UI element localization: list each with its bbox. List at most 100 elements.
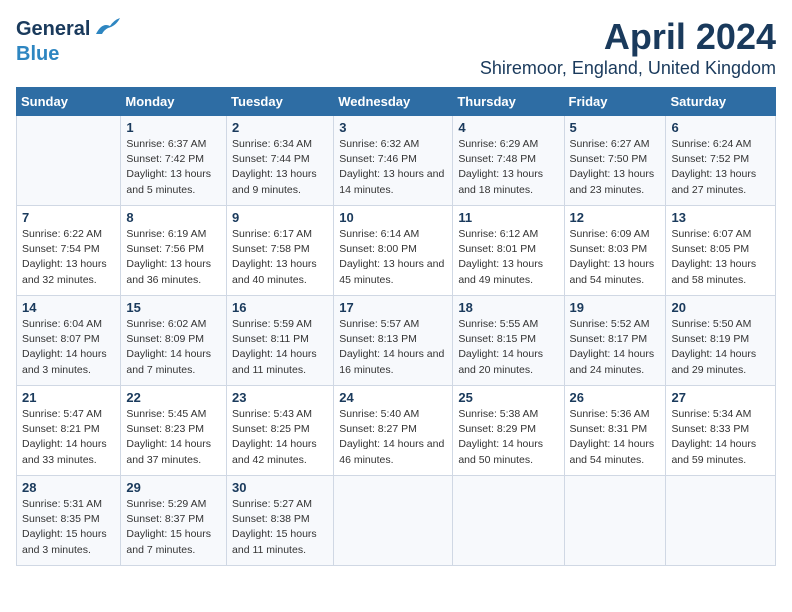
calendar-table: SundayMondayTuesdayWednesdayThursdayFrid… (16, 87, 776, 566)
day-info: Sunrise: 6:07 AMSunset: 8:05 PMDaylight:… (671, 227, 770, 288)
calendar-cell: 26Sunrise: 5:36 AMSunset: 8:31 PMDayligh… (564, 386, 666, 476)
weekday-header-monday: Monday (121, 88, 227, 116)
day-number: 28 (22, 480, 115, 495)
day-number: 5 (570, 120, 661, 135)
calendar-cell: 8Sunrise: 6:19 AMSunset: 7:56 PMDaylight… (121, 206, 227, 296)
calendar-cell: 25 Sunrise: 5:38 AMSunset: 8:29 PMDayligh… (453, 386, 564, 476)
weekday-header-saturday: Saturday (666, 88, 776, 116)
calendar-cell (666, 476, 776, 566)
calendar-cell: 6 Sunrise: 6:24 AMSunset: 7:52 PMDaylight… (666, 116, 776, 206)
calendar-cell: 15 Sunrise: 6:02 AMSunset: 8:09 PMDayligh… (121, 296, 227, 386)
calendar-cell: 20 Sunrise: 5:50 AMSunset: 8:19 PMDayligh… (666, 296, 776, 386)
day-number: 30 (232, 480, 328, 495)
day-number: 1 (126, 120, 221, 135)
calendar-week-row: 28 Sunrise: 5:31 AMSunset: 8:35 PMDayligh… (17, 476, 776, 566)
day-info: Sunrise: 5:36 AMSunset: 8:31 PMDaylight:… (570, 407, 661, 468)
main-title: April 2024 (480, 16, 776, 58)
day-number: 2 (232, 120, 328, 135)
day-info: Sunrise: 5:50 AMSunset: 8:19 PMDaylight:… (671, 317, 770, 378)
calendar-cell: 14 Sunrise: 6:04 AMSunset: 8:07 PMDayligh… (17, 296, 121, 386)
day-number: 29 (126, 480, 221, 495)
day-number: 19 (570, 300, 661, 315)
day-number: 24 (339, 390, 447, 405)
day-number: 22 (126, 390, 221, 405)
day-info: Sunrise: 5:45 AMSunset: 8:23 PMDaylight:… (126, 407, 221, 468)
calendar-cell: 2 Sunrise: 6:34 AMSunset: 7:44 PMDaylight… (227, 116, 334, 206)
calendar-week-row: 14 Sunrise: 6:04 AMSunset: 8:07 PMDayligh… (17, 296, 776, 386)
day-info: Sunrise: 6:12 AMSunset: 8:01 PMDaylight:… (458, 227, 558, 288)
calendar-cell (453, 476, 564, 566)
day-info: Sunrise: 6:02 AMSunset: 8:09 PMDaylight:… (126, 317, 221, 378)
calendar-cell: 21 Sunrise: 5:47 AMSunset: 8:21 PMDayligh… (17, 386, 121, 476)
day-info: Sunrise: 5:43 AMSunset: 8:25 PMDaylight:… (232, 407, 328, 468)
calendar-cell: 29 Sunrise: 5:29 AMSunset: 8:37 PMDayligh… (121, 476, 227, 566)
calendar-cell: 3 Sunrise: 6:32 AMSunset: 7:46 PMDaylight… (334, 116, 453, 206)
day-info: Sunrise: 5:27 AMSunset: 8:38 PMDaylight:… (232, 497, 328, 558)
day-info: Sunrise: 5:47 AMSunset: 8:21 PMDaylight:… (22, 407, 115, 468)
calendar-cell: 16Sunrise: 5:59 AMSunset: 8:11 PMDayligh… (227, 296, 334, 386)
day-number: 14 (22, 300, 115, 315)
day-number: 16 (232, 300, 328, 315)
weekday-header-row: SundayMondayTuesdayWednesdayThursdayFrid… (17, 88, 776, 116)
calendar-week-row: 1Sunrise: 6:37 AMSunset: 7:42 PMDaylight… (17, 116, 776, 206)
calendar-cell: 5Sunrise: 6:27 AMSunset: 7:50 PMDaylight… (564, 116, 666, 206)
calendar-cell: 11 Sunrise: 6:12 AMSunset: 8:01 PMDayligh… (453, 206, 564, 296)
calendar-week-row: 7 Sunrise: 6:22 AMSunset: 7:54 PMDaylight… (17, 206, 776, 296)
day-number: 7 (22, 210, 115, 225)
day-number: 17 (339, 300, 447, 315)
calendar-cell: 9Sunrise: 6:17 AMSunset: 7:58 PMDaylight… (227, 206, 334, 296)
weekday-header-sunday: Sunday (17, 88, 121, 116)
calendar-cell: 1Sunrise: 6:37 AMSunset: 7:42 PMDaylight… (121, 116, 227, 206)
logo-bird-icon (94, 16, 122, 43)
calendar-cell: 24 Sunrise: 5:40 AMSunset: 8:27 PMDayligh… (334, 386, 453, 476)
day-info: Sunrise: 6:19 AMSunset: 7:56 PMDaylight:… (126, 227, 221, 288)
day-info: Sunrise: 6:24 AMSunset: 7:52 PMDaylight:… (671, 137, 770, 198)
day-number: 4 (458, 120, 558, 135)
calendar-cell: 23 Sunrise: 5:43 AMSunset: 8:25 PMDayligh… (227, 386, 334, 476)
day-number: 23 (232, 390, 328, 405)
weekday-header-wednesday: Wednesday (334, 88, 453, 116)
day-number: 10 (339, 210, 447, 225)
day-info: Sunrise: 5:29 AMSunset: 8:37 PMDaylight:… (126, 497, 221, 558)
title-block: April 2024 Shiremoor, England, United Ki… (480, 16, 776, 79)
weekday-header-tuesday: Tuesday (227, 88, 334, 116)
day-number: 11 (458, 210, 558, 225)
day-number: 9 (232, 210, 328, 225)
day-info: Sunrise: 6:09 AMSunset: 8:03 PMDaylight:… (570, 227, 661, 288)
day-info: Sunrise: 5:55 AMSunset: 8:15 PMDaylight:… (458, 317, 558, 378)
day-number: 20 (671, 300, 770, 315)
calendar-cell: 22 Sunrise: 5:45 AMSunset: 8:23 PMDayligh… (121, 386, 227, 476)
weekday-header-thursday: Thursday (453, 88, 564, 116)
day-info: Sunrise: 6:29 AMSunset: 7:48 PMDaylight:… (458, 137, 558, 198)
day-info: Sunrise: 5:34 AMSunset: 8:33 PMDaylight:… (671, 407, 770, 468)
day-number: 21 (22, 390, 115, 405)
day-info: Sunrise: 6:04 AMSunset: 8:07 PMDaylight:… (22, 317, 115, 378)
day-number: 12 (570, 210, 661, 225)
day-info: Sunrise: 5:57 AMSunset: 8:13 PMDaylight:… (339, 317, 447, 378)
day-info: Sunrise: 5:31 AMSunset: 8:35 PMDaylight:… (22, 497, 115, 558)
weekday-header-friday: Friday (564, 88, 666, 116)
calendar-cell: 28 Sunrise: 5:31 AMSunset: 8:35 PMDayligh… (17, 476, 121, 566)
calendar-cell (334, 476, 453, 566)
logo-blue: Blue (16, 43, 59, 66)
day-number: 25 (458, 390, 558, 405)
day-info: Sunrise: 6:34 AMSunset: 7:44 PMDaylight:… (232, 137, 328, 198)
logo-general: General (16, 18, 90, 41)
day-number: 27 (671, 390, 770, 405)
calendar-cell: 19 Sunrise: 5:52 AMSunset: 8:17 PMDayligh… (564, 296, 666, 386)
calendar-cell: 13Sunrise: 6:07 AMSunset: 8:05 PMDayligh… (666, 206, 776, 296)
calendar-cell: 27 Sunrise: 5:34 AMSunset: 8:33 PMDayligh… (666, 386, 776, 476)
day-number: 15 (126, 300, 221, 315)
day-info: Sunrise: 6:14 AMSunset: 8:00 PMDaylight:… (339, 227, 447, 288)
calendar-cell (564, 476, 666, 566)
day-number: 3 (339, 120, 447, 135)
day-info: Sunrise: 5:40 AMSunset: 8:27 PMDaylight:… (339, 407, 447, 468)
calendar-cell: 10 Sunrise: 6:14 AMSunset: 8:00 PMDayligh… (334, 206, 453, 296)
day-info: Sunrise: 6:22 AMSunset: 7:54 PMDaylight:… (22, 227, 115, 288)
calendar-cell (17, 116, 121, 206)
day-info: Sunrise: 5:52 AMSunset: 8:17 PMDaylight:… (570, 317, 661, 378)
day-number: 6 (671, 120, 770, 135)
day-info: Sunrise: 5:38 AMSunset: 8:29 PMDaylight:… (458, 407, 558, 468)
calendar-cell: 12 Sunrise: 6:09 AMSunset: 8:03 PMDayligh… (564, 206, 666, 296)
day-info: Sunrise: 6:32 AMSunset: 7:46 PMDaylight:… (339, 137, 447, 198)
